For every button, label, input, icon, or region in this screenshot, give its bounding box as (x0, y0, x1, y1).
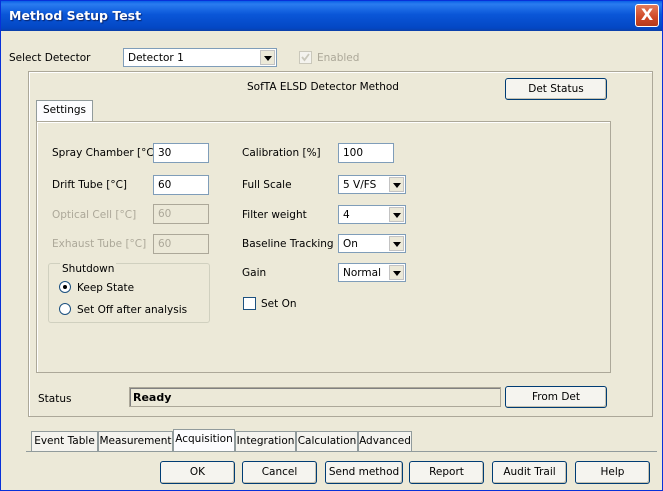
tab-calculation[interactable]: Calculation (296, 431, 358, 451)
tab-settings[interactable]: Settings (36, 100, 93, 122)
optical-cell-input[interactable]: 60 (153, 204, 209, 224)
set-on-label: Set On (261, 298, 297, 310)
method-title: SofTA ELSD Detector Method (247, 81, 399, 93)
report-button[interactable]: Report (409, 461, 484, 484)
title-bar: Method Setup Test X (1, 1, 662, 31)
tab-event-table[interactable]: Event Table (31, 431, 98, 451)
tab-integration[interactable]: Integration (235, 431, 296, 451)
status-box: Ready (129, 387, 501, 407)
chevron-down-icon[interactable] (389, 207, 404, 222)
calibration-label: Calibration [%] (242, 147, 321, 159)
detector-select[interactable]: Detector 1 (123, 48, 277, 67)
spray-chamber-input[interactable]: 30 (153, 143, 209, 163)
chevron-down-icon[interactable] (389, 177, 404, 192)
filter-weight-select[interactable]: 4 (338, 205, 406, 224)
drift-tube-label: Drift Tube [°C] (52, 179, 127, 191)
full-scale-select[interactable]: 5 V/FS (338, 175, 406, 194)
ok-button[interactable]: OK (160, 461, 235, 484)
filter-weight-label: Filter weight (242, 209, 307, 221)
tab-settings-label: Settings (42, 104, 87, 116)
tab-label: Measurement (99, 435, 172, 447)
audit-trail-button-label: Audit Trail (503, 466, 556, 478)
chevron-down-icon[interactable] (260, 50, 275, 65)
from-det-button-label: From Det (531, 391, 580, 403)
tab-label: Calculation (297, 435, 357, 447)
gain-label: Gain (242, 267, 267, 279)
cancel-button-label: Cancel (261, 466, 298, 478)
shutdown-legend: Shutdown (60, 263, 117, 275)
gain-select[interactable]: Normal (338, 263, 406, 282)
optical-cell-label: Optical Cell [°C] (52, 209, 137, 221)
window-title: Method Setup Test (9, 8, 142, 23)
det-status-button-label: Det Status (528, 83, 584, 95)
baseline-tracking-value: On (343, 238, 358, 250)
send-method-button-label: Send method (328, 466, 400, 478)
help-button-label: Help (600, 466, 625, 478)
help-button[interactable]: Help (575, 461, 650, 484)
tab-label: Acquisition (175, 433, 233, 445)
tab-label: Event Table (34, 435, 95, 447)
tab-label: Advanced (359, 435, 411, 447)
baseline-tracking-select[interactable]: On (338, 234, 406, 253)
send-method-button[interactable]: Send method (325, 461, 403, 484)
tab-advanced[interactable]: Advanced (358, 431, 412, 451)
audit-trail-button[interactable]: Audit Trail (492, 461, 567, 484)
baseline-tracking-label: Baseline Tracking (242, 238, 334, 250)
full-scale-value: 5 V/FS (343, 179, 377, 191)
gain-value: Normal (343, 267, 381, 279)
calibration-input[interactable]: 100 (338, 143, 394, 163)
select-detector-label: Select Detector (9, 52, 91, 64)
from-det-button[interactable]: From Det (505, 386, 607, 408)
exhaust-tube-input[interactable]: 60 (153, 234, 209, 254)
keep-state-label: Keep State (77, 282, 135, 294)
exhaust-tube-label: Exhaust Tube [°C] (52, 238, 147, 250)
spray-chamber-label: Spray Chamber [°C] (52, 147, 158, 159)
ok-button-label: OK (189, 466, 206, 478)
set-on-checkbox[interactable] (243, 297, 256, 310)
filter-weight-value: 4 (343, 209, 350, 221)
keep-state-radio[interactable] (59, 281, 71, 293)
chevron-down-icon[interactable] (389, 265, 404, 280)
checkmark-icon (301, 53, 310, 62)
method-setup-window: Method Setup Test X Select Detector Dete… (0, 0, 663, 491)
report-button-label: Report (429, 466, 464, 478)
status-label: Status (38, 393, 72, 405)
drift-tube-input[interactable]: 60 (153, 175, 209, 195)
tab-acquisition[interactable]: Acquisition (173, 429, 235, 451)
close-button[interactable]: X (635, 4, 659, 27)
cancel-button[interactable]: Cancel (242, 461, 317, 484)
tab-divider (26, 451, 657, 452)
full-scale-label: Full Scale (242, 179, 292, 191)
chevron-down-icon[interactable] (389, 236, 404, 251)
status-value: Ready (133, 391, 172, 404)
det-status-button[interactable]: Det Status (505, 78, 607, 100)
set-off-label: Set Off after analysis (77, 304, 188, 316)
detector-select-value: Detector 1 (128, 52, 184, 64)
set-off-radio[interactable] (59, 303, 71, 315)
enabled-checkbox[interactable] (299, 51, 312, 64)
enabled-label: Enabled (317, 52, 360, 64)
tab-label: Integration (236, 435, 295, 447)
tab-measurement[interactable]: Measurement (98, 431, 173, 451)
